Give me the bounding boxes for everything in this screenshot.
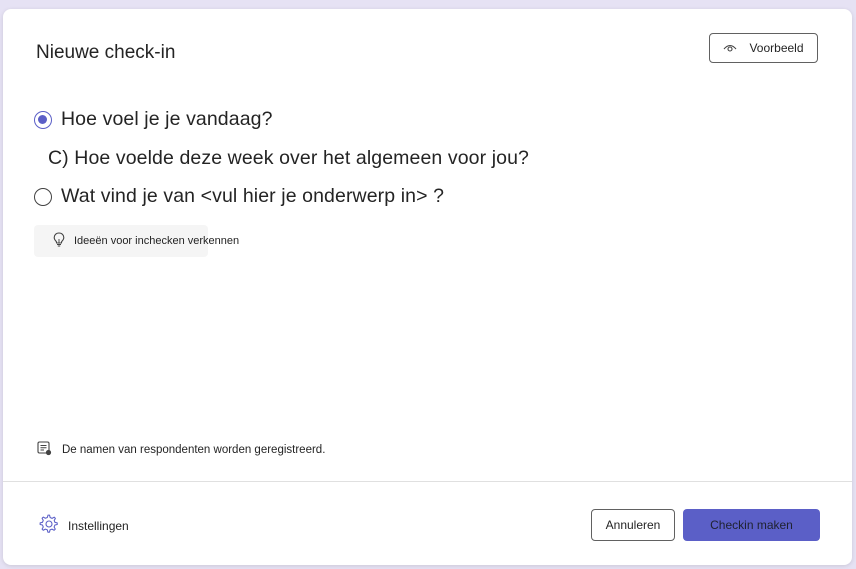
- option-label: Hoe voel je je vandaag?: [61, 108, 273, 130]
- option-row-1[interactable]: Hoe voel je je vandaag?: [34, 108, 273, 131]
- footer-divider: [3, 481, 852, 482]
- preview-label: Voorbeeld: [749, 41, 804, 55]
- option-row-3[interactable]: Wat vind je van <vul hier je onderwerp i…: [34, 185, 444, 208]
- lightbulb-icon: [53, 232, 65, 250]
- option-radio-selected[interactable]: [34, 110, 52, 129]
- option-row-2[interactable]: C) Hoe voelde deze week over het algemee…: [48, 147, 529, 170]
- option-label: Wat vind je van <vul hier je onderwerp i…: [61, 185, 445, 207]
- cancel-button[interactable]: Annuleren: [591, 509, 675, 541]
- record-list-icon: [37, 441, 52, 459]
- settings-button[interactable]: Instellingen: [39, 514, 129, 537]
- gear-icon: [39, 514, 59, 537]
- notice-text: De namen van respondenten worden geregis…: [62, 444, 326, 456]
- new-checkin-dialog: Nieuwe check-in Voorbeeld Hoe voel je je…: [3, 9, 852, 565]
- dialog-title: Nieuwe check-in: [36, 42, 176, 63]
- explore-ideas-button[interactable]: Ideeën voor inchecken verkennen: [34, 225, 239, 257]
- eye-icon: [723, 43, 737, 53]
- option-radio[interactable]: [34, 187, 52, 206]
- respondent-names-notice: De namen van respondenten worden geregis…: [37, 441, 325, 459]
- explore-ideas-label: Ideeën voor inchecken verkennen: [74, 235, 240, 247]
- option-label: C) Hoe voelde deze week over het algemee…: [48, 147, 529, 169]
- settings-label: Instellingen: [68, 518, 129, 533]
- preview-button[interactable]: Voorbeeld: [709, 33, 818, 63]
- create-checkin-button[interactable]: Checkin maken: [683, 509, 820, 541]
